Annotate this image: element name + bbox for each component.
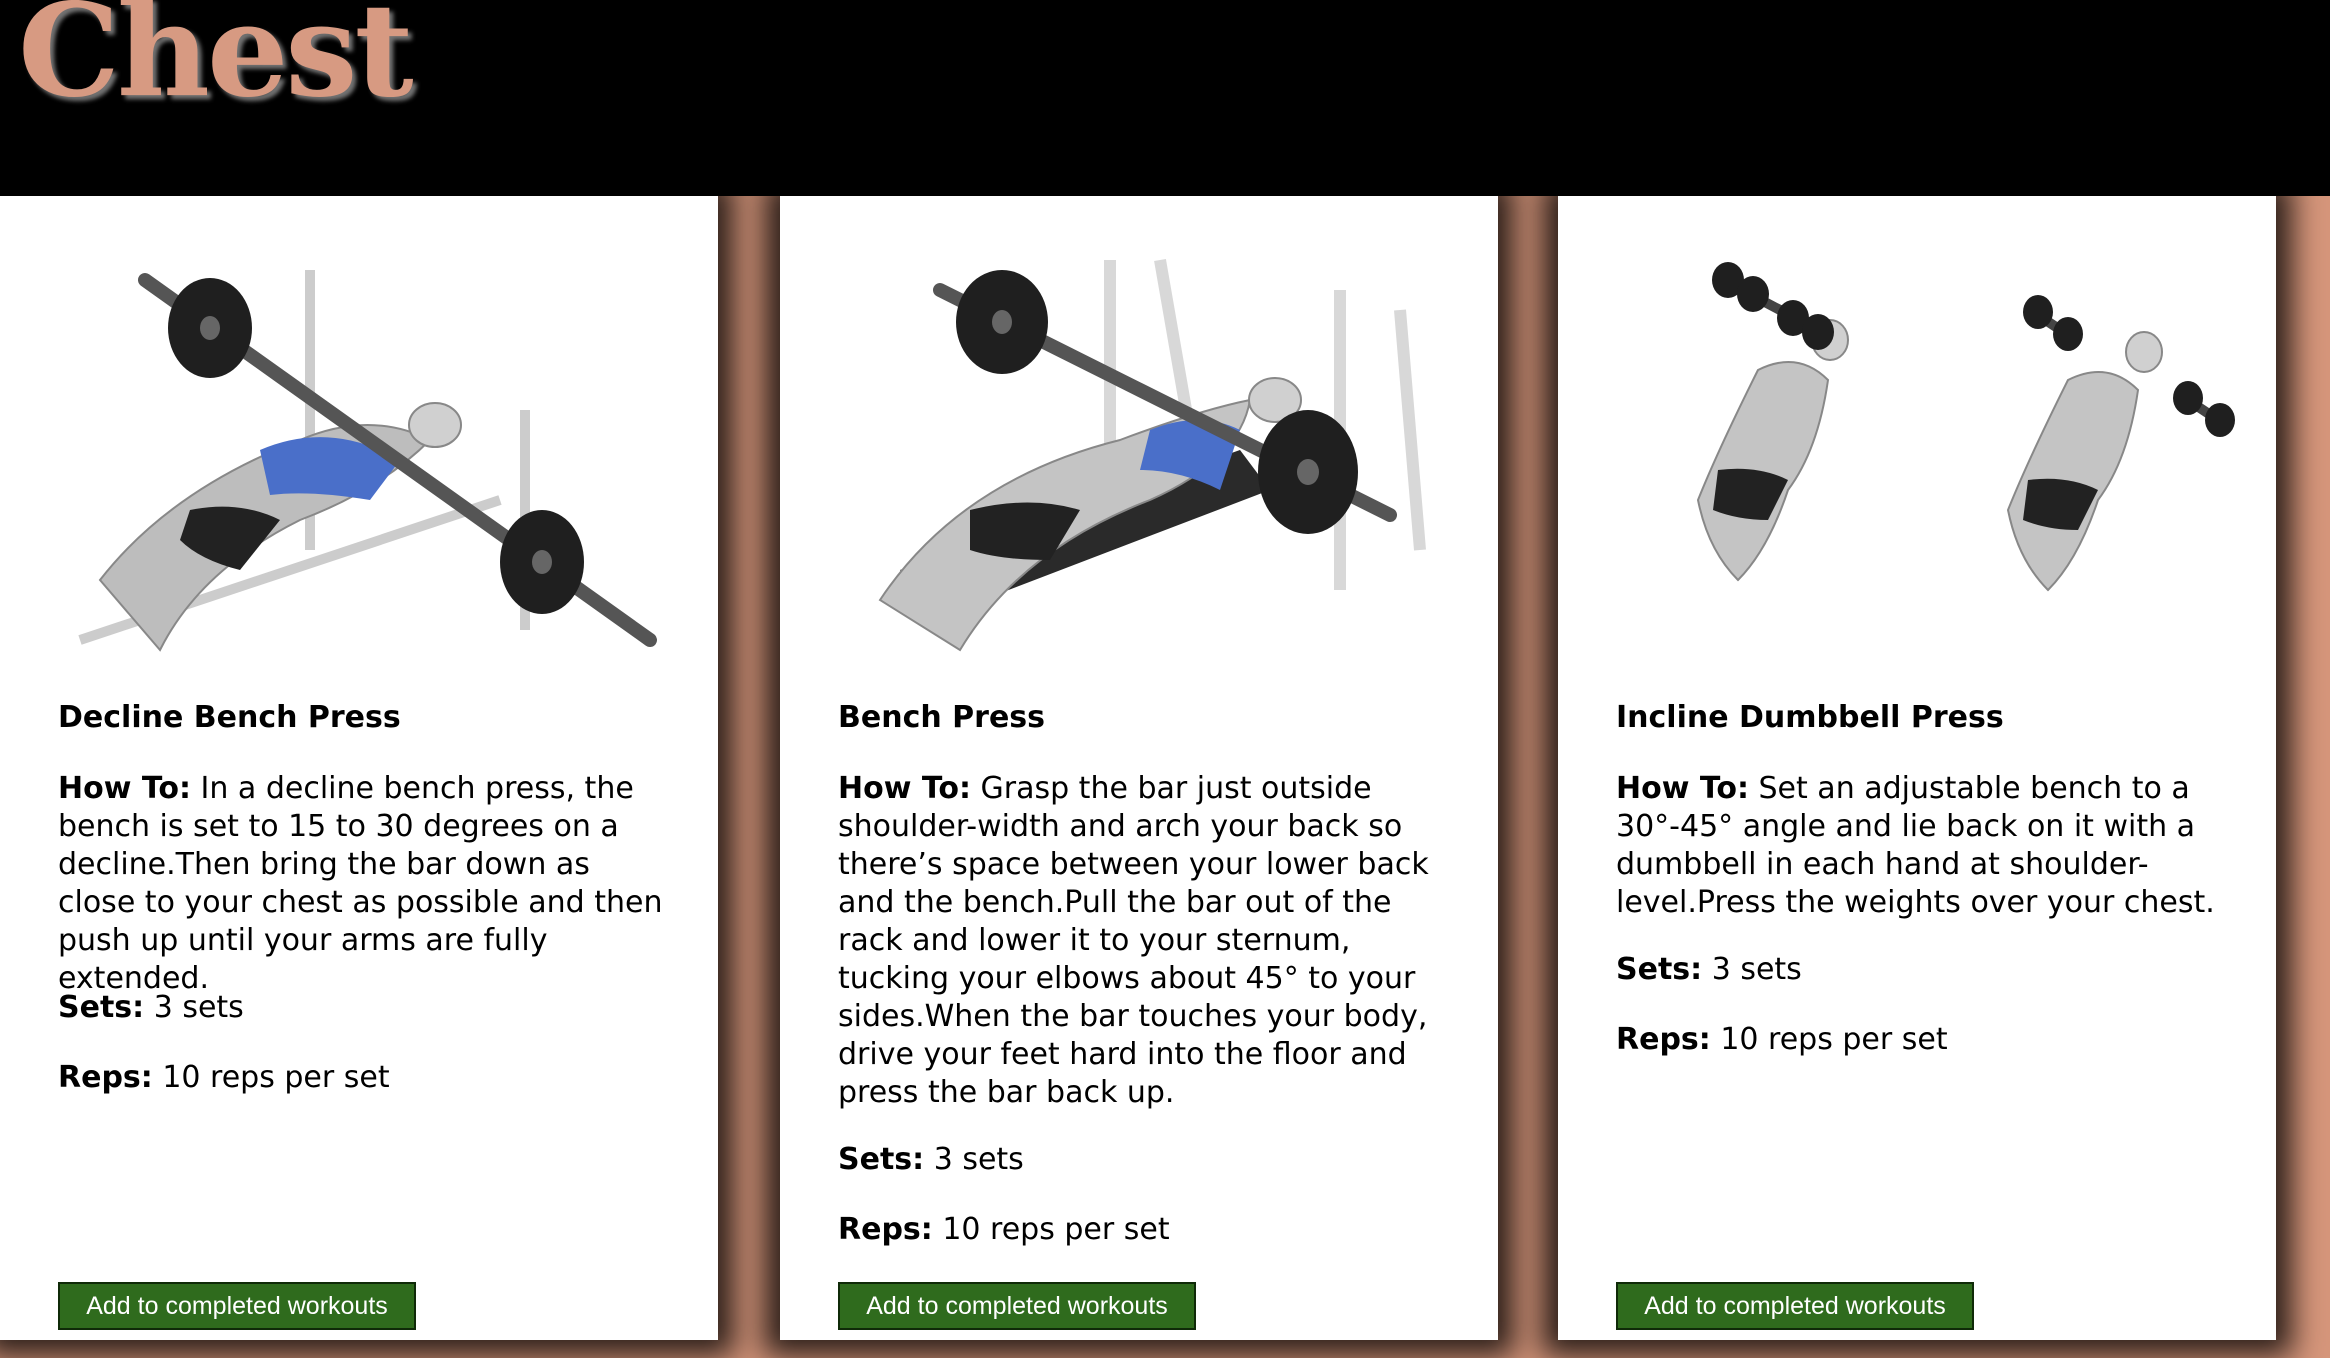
incline-dumbbell-press-illustration — [1598, 250, 2236, 660]
sets-row: Sets: 3 sets — [58, 989, 670, 1027]
reps-value: 10 reps per set — [932, 1212, 1170, 1247]
sets-label: Sets: — [838, 1142, 925, 1177]
sets-row: Sets: 3 sets — [838, 1141, 1450, 1179]
reps-line: Reps: 10 reps per set — [58, 1059, 670, 1097]
how-to-label: How To: — [1616, 771, 1749, 806]
how-to-description: How To: Set an adjustable bench to a 30°… — [1616, 770, 2228, 922]
reps-row: Reps: 10 reps per set — [838, 1211, 1450, 1249]
how-to-text: Grasp the bar just outside shoulder-widt… — [838, 771, 1429, 1110]
decline-bench-press-illustration — [40, 250, 678, 660]
add-to-completed-workouts-button[interactable]: Add to completed workouts — [838, 1282, 1196, 1330]
exercise-card-decline-bench-press: Decline Bench Press How To: In a decline… — [0, 196, 718, 1340]
sets-line: Sets: 3 sets — [1616, 951, 2228, 989]
reps-line: Reps: 10 reps per set — [1616, 1021, 2228, 1059]
reps-value: 10 reps per set — [152, 1060, 390, 1095]
sets-value: 3 sets — [924, 1142, 1024, 1177]
exercise-card-bench-press: Bench Press How To: Grasp the bar just o… — [780, 196, 1498, 1340]
add-to-completed-workouts-button[interactable]: Add to completed workouts — [1616, 1282, 1974, 1330]
exercise-title: Incline Dumbbell Press — [1616, 700, 2004, 735]
exercise-title: Decline Bench Press — [58, 700, 401, 735]
bench-press-illustration — [820, 250, 1458, 660]
reps-label: Reps: — [838, 1212, 933, 1247]
reps-label: Reps: — [58, 1060, 153, 1095]
reps-label: Reps: — [1616, 1022, 1711, 1057]
page-title: Chest — [18, 0, 414, 126]
reps-value: 10 reps per set — [1710, 1022, 1948, 1057]
how-to-label: How To: — [58, 771, 191, 806]
how-to-label: How To: — [838, 771, 971, 806]
how-to-description: How To: Grasp the bar just outside shoul… — [838, 770, 1450, 1112]
exercise-card-incline-dumbbell-press: Incline Dumbbell Press How To: Set an ad… — [1558, 196, 2276, 1340]
sets-line: Sets: 3 sets — [58, 989, 670, 1027]
reps-row: Reps: 10 reps per set — [58, 1059, 670, 1097]
exercise-title: Bench Press — [838, 700, 1045, 735]
sets-label: Sets: — [58, 990, 145, 1025]
reps-row: Reps: 10 reps per set — [1616, 1021, 2228, 1059]
sets-label: Sets: — [1616, 952, 1703, 987]
sets-value: 3 sets — [144, 990, 244, 1025]
exercise-board: Decline Bench Press How To: In a decline… — [0, 196, 2330, 1358]
add-to-completed-workouts-button[interactable]: Add to completed workouts — [58, 1282, 416, 1330]
how-to-description: How To: In a decline bench press, the be… — [58, 770, 670, 998]
sets-value: 3 sets — [1702, 952, 1802, 987]
sets-line: Sets: 3 sets — [838, 1141, 1450, 1179]
reps-line: Reps: 10 reps per set — [838, 1211, 1450, 1249]
page-header: Chest — [0, 0, 2330, 196]
sets-row: Sets: 3 sets — [1616, 951, 2228, 989]
